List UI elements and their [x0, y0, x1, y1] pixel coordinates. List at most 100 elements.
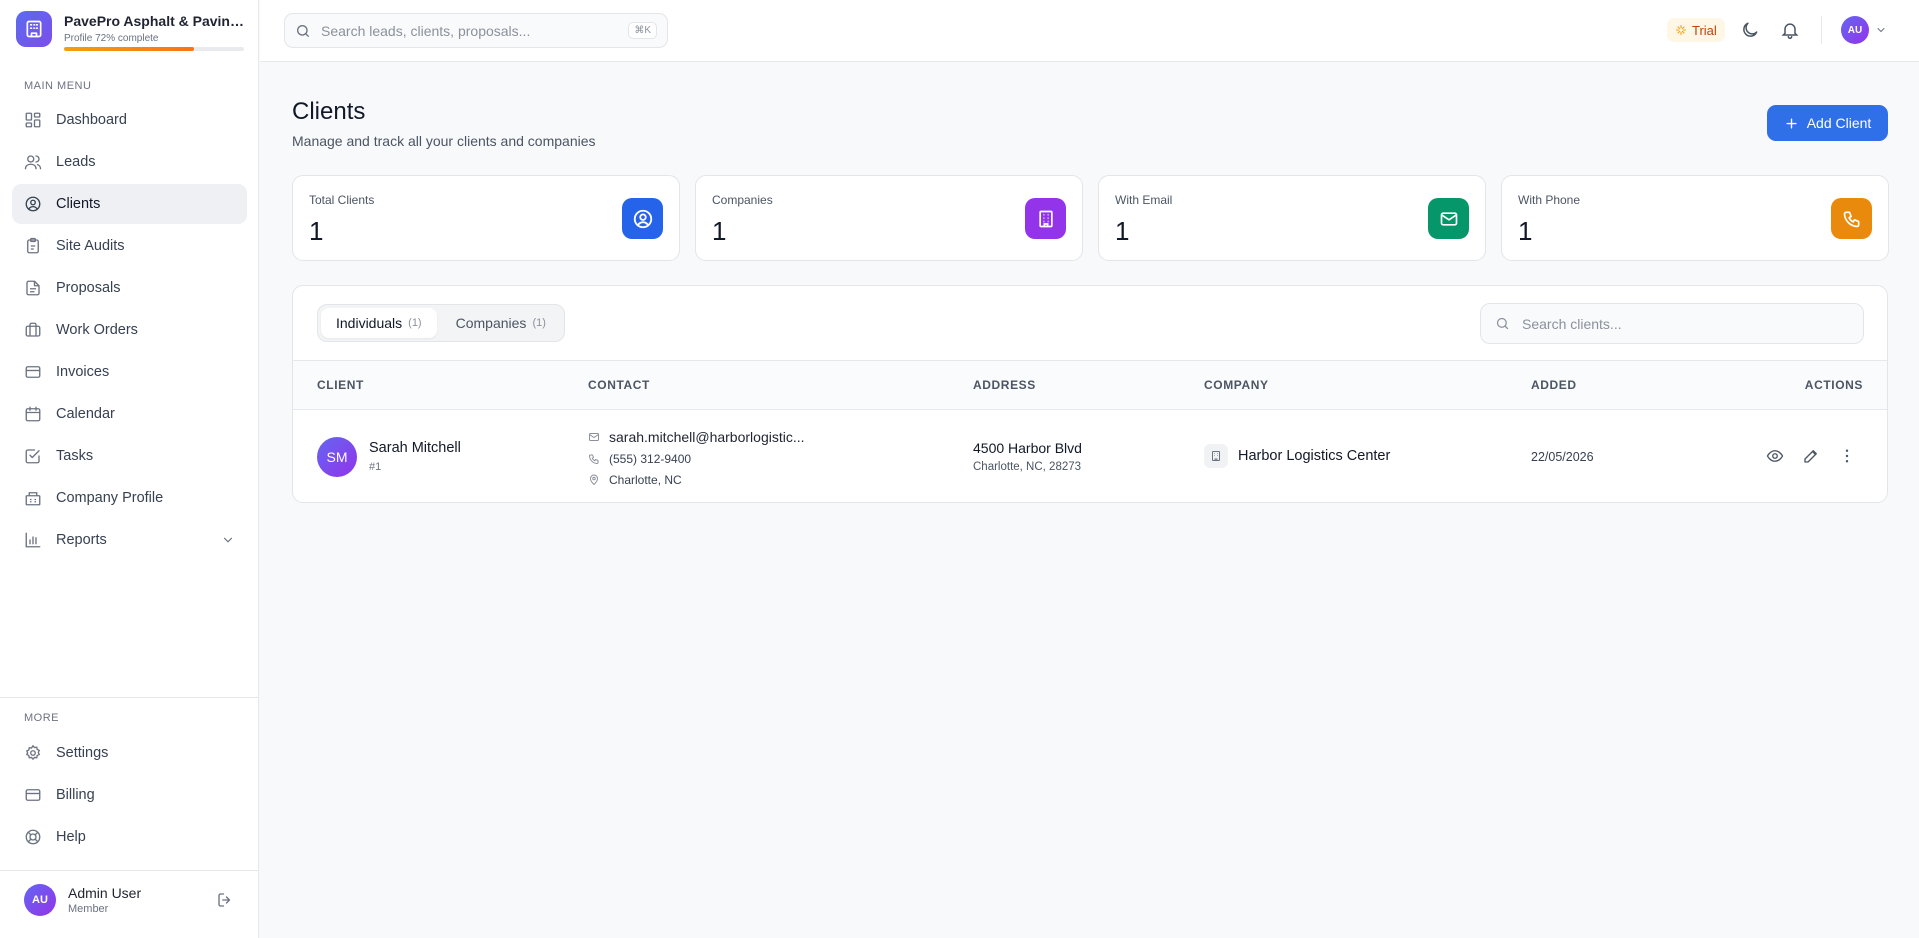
tab-companies[interactable]: Companies (1) — [441, 308, 561, 338]
pencil-icon[interactable] — [1802, 447, 1820, 465]
page-title: Clients — [292, 98, 366, 125]
sidebar-item-label: Leads — [56, 154, 96, 170]
plus-icon — [1786, 117, 1797, 129]
dashboard-icon — [25, 112, 41, 128]
add-client-button[interactable]: Add Client — [1767, 105, 1888, 141]
column-header-address[interactable]: ADDRESS — [973, 378, 1036, 392]
company-cell[interactable]: Harbor Logistics Center — [1204, 444, 1390, 468]
trial-badge[interactable]: Trial — [1667, 18, 1725, 42]
eye-icon[interactable] — [1766, 447, 1784, 465]
clipboard-icon — [27, 237, 39, 254]
credit-card-icon — [25, 366, 41, 378]
users-icon — [24, 155, 42, 170]
client-search-input[interactable] — [1522, 315, 1849, 332]
column-header-contact[interactable]: CONTACT — [588, 378, 650, 392]
table-row[interactable]: SM Sarah Mitchell #1 sarah.mitchell@harb… — [293, 410, 1887, 502]
profile-status: Profile 72% complete — [64, 33, 159, 44]
stat-card-with-phone: With Phone 1 — [1501, 175, 1889, 261]
sidebar-item-label: Invoices — [56, 364, 110, 380]
sidebar-item-work-orders[interactable]: Work Orders — [12, 310, 247, 350]
checklist-icon — [25, 449, 40, 464]
tab-individuals[interactable]: Individuals (1) — [321, 308, 437, 338]
contact-phone[interactable]: (555) 312-9400 — [588, 452, 691, 466]
column-header-client[interactable]: CLIENT — [317, 378, 364, 392]
global-search[interactable]: ⌘K — [284, 13, 668, 48]
sidebar-item-invoices[interactable]: Invoices — [12, 352, 247, 392]
added-date: 22/05/2026 — [1531, 450, 1594, 464]
mail-icon — [1428, 198, 1469, 239]
sidebar-item-label: Dashboard — [56, 112, 127, 128]
profile-progress-bar — [64, 47, 244, 51]
account-menu[interactable]: AU — [1841, 16, 1887, 44]
sidebar-item-reports[interactable]: Reports — [12, 520, 247, 560]
stat-card-total-clients: Total Clients 1 — [292, 175, 680, 261]
moon-icon[interactable] — [1740, 20, 1760, 40]
stat-label: Companies — [712, 193, 773, 207]
map-pin-icon — [589, 474, 599, 486]
sidebar-item-proposals[interactable]: Proposals — [12, 268, 247, 308]
topbar: ⌘K Trial AU — [260, 0, 1919, 62]
user-circle-icon — [25, 196, 41, 212]
more-nav: Settings Billing Help — [12, 733, 247, 859]
avatar: AU — [24, 884, 56, 916]
sidebar-item-label: Reports — [56, 532, 107, 548]
avatar: SM — [317, 437, 357, 477]
bell-icon[interactable] — [1780, 20, 1800, 40]
chevron-down-icon[interactable] — [221, 533, 235, 547]
add-client-label: Add Client — [1806, 115, 1872, 131]
sidebar-item-dashboard[interactable]: Dashboard — [12, 100, 247, 140]
sidebar-item-label: Tasks — [56, 448, 94, 464]
user-role: Member — [68, 903, 109, 915]
sidebar-item-label: Proposals — [56, 280, 121, 296]
sidebar-item-settings[interactable]: Settings — [12, 733, 247, 773]
client-search[interactable] — [1480, 303, 1864, 344]
global-search-input[interactable] — [321, 22, 619, 39]
tab-count: (1) — [408, 317, 422, 329]
more-vertical-icon[interactable] — [1838, 447, 1856, 465]
logout-icon[interactable] — [216, 891, 234, 909]
location-text: Charlotte, NC — [609, 473, 682, 487]
sidebar-item-calendar[interactable]: Calendar — [12, 394, 247, 434]
sidebar-item-leads[interactable]: Leads — [12, 142, 247, 182]
search-icon — [1496, 317, 1509, 330]
tab-count: (1) — [532, 317, 546, 329]
stat-value: 1 — [1518, 216, 1533, 246]
topbar-divider — [1821, 16, 1822, 44]
table-header: CLIENT CONTACT ADDRESS COMPANY ADDED ACT… — [293, 360, 1887, 410]
briefcase-icon — [25, 322, 41, 337]
search-icon — [297, 24, 309, 37]
sidebar-item-tasks[interactable]: Tasks — [12, 436, 247, 476]
stat-card-with-email: With Email 1 — [1098, 175, 1486, 261]
stat-value: 1 — [309, 216, 324, 246]
gear-icon — [25, 744, 41, 761]
column-header-added[interactable]: ADDED — [1531, 378, 1577, 392]
building-icon — [25, 492, 41, 506]
sidebar-item-label: Calendar — [56, 406, 115, 422]
stat-value: 1 — [1115, 216, 1130, 246]
sidebar-item-billing[interactable]: Billing — [12, 775, 247, 815]
user-profile[interactable]: AU Admin User Member — [24, 884, 234, 916]
stat-card-companies: Companies 1 — [695, 175, 1083, 261]
credit-card-icon — [25, 789, 41, 801]
company-name: PavePro Asphalt & Paving Co. — [64, 13, 248, 29]
clients-table-card: Individuals (1) Companies (1) CLIENT CON… — [292, 285, 1888, 503]
bar-chart-icon — [25, 532, 41, 548]
sidebar-item-company-profile[interactable]: Company Profile — [12, 478, 247, 518]
brand[interactable]: PavePro Asphalt & Paving Co. Profile 72%… — [16, 11, 248, 51]
sidebar-item-clients[interactable]: Clients — [12, 184, 247, 224]
phone-text: (555) 312-9400 — [609, 452, 692, 466]
client-name[interactable]: Sarah Mitchell — [369, 440, 461, 456]
sidebar-item-label: Billing — [56, 787, 95, 803]
stat-label: With Email — [1115, 193, 1173, 207]
column-header-company[interactable]: COMPANY — [1204, 378, 1269, 392]
mail-icon — [589, 433, 599, 441]
lifebuoy-icon — [25, 829, 41, 845]
sidebar-item-site-audits[interactable]: Site Audits — [12, 226, 247, 266]
chevron-down-icon — [1877, 28, 1885, 33]
sidebar-divider — [0, 697, 259, 698]
main-nav: Dashboard Leads Clients Site Audits Prop… — [12, 100, 247, 562]
sidebar-item-help[interactable]: Help — [12, 817, 247, 857]
sidebar-item-label: Clients — [56, 196, 101, 212]
stat-label: With Phone — [1518, 193, 1581, 207]
contact-email[interactable]: sarah.mitchell@harborlogistic... — [588, 429, 805, 445]
